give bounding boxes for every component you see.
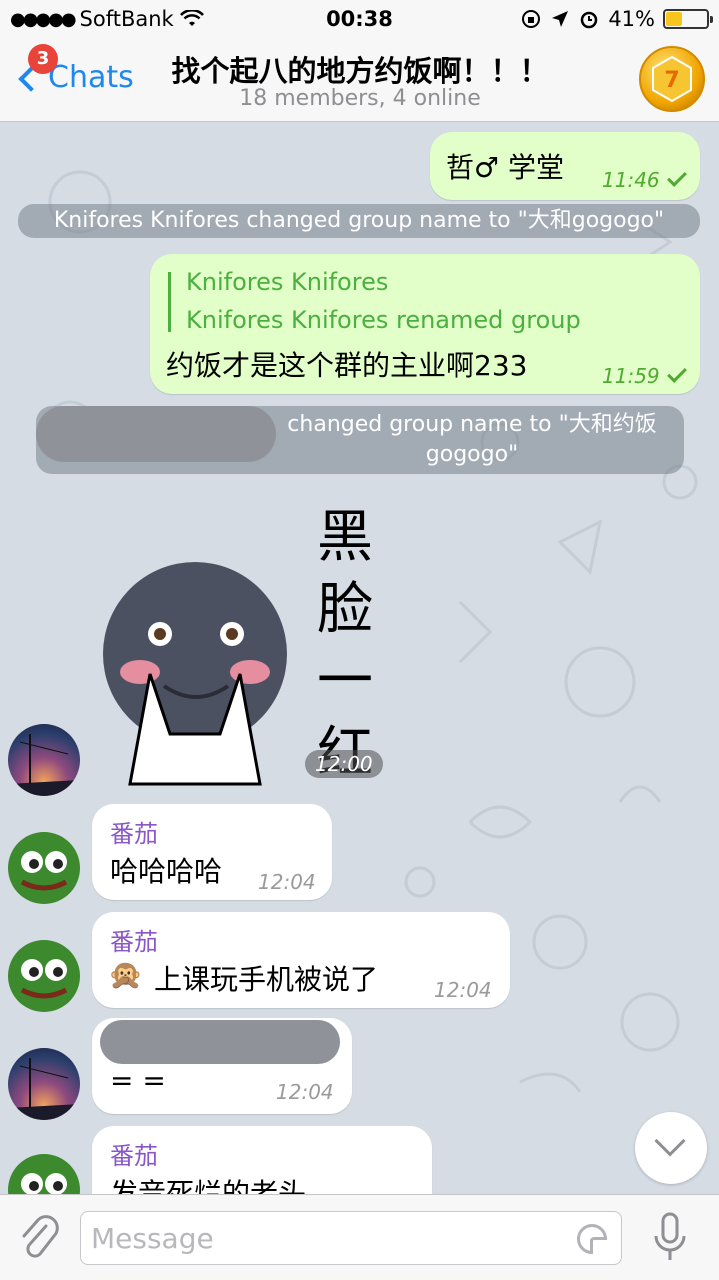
- caption-char: 一: [317, 649, 373, 714]
- caption-char: 脸: [317, 577, 373, 642]
- group-avatar[interactable]: 7: [639, 46, 705, 112]
- message-input[interactable]: [91, 1218, 561, 1258]
- message-time: 12:04: [276, 1080, 334, 1104]
- sender-name: 番茄: [110, 928, 158, 956]
- svg-text:7: 7: [664, 68, 679, 93]
- avatar[interactable]: [8, 724, 80, 796]
- see-no-evil-monkey-icon: 🙊: [108, 958, 143, 991]
- redacted-sender: [100, 1020, 340, 1064]
- message-text: 发音死烂的老头: [110, 1177, 307, 1194]
- message-text: 哲♂ 学堂: [446, 151, 565, 184]
- message-time: 12:04: [258, 870, 316, 894]
- sticker-caption: 黑 脸 一 红: [310, 502, 380, 790]
- avatar[interactable]: [8, 1048, 80, 1120]
- battery-percent: 41%: [608, 7, 655, 31]
- message-incoming[interactable]: 番茄 发音死烂的老头: [92, 1126, 432, 1194]
- message-incoming[interactable]: 番茄 哈哈哈哈 12:04: [92, 804, 332, 900]
- message-outgoing-reply[interactable]: Knifores Knifores Knifores Knifores rena…: [150, 254, 700, 394]
- read-check-icon: [666, 363, 687, 383]
- sticker-message[interactable]: 黑 脸 一 红 12:00: [100, 502, 400, 794]
- moon-face-sticker: [103, 562, 287, 786]
- status-bar: ●●●●● SoftBank 00:38 41%: [0, 0, 719, 40]
- read-check-icon: [666, 167, 687, 187]
- sender-name: 番茄: [110, 820, 158, 848]
- microphone-icon[interactable]: [652, 1212, 688, 1264]
- scroll-to-bottom-button[interactable]: [635, 1112, 707, 1184]
- message-text: 上课玩手机被说了: [154, 963, 379, 996]
- reply-bar: [168, 272, 171, 332]
- message-meta: 11:46: [602, 167, 687, 192]
- composer-bar: [0, 1194, 719, 1280]
- reply-preview: Knifores Knifores renamed group: [186, 306, 581, 334]
- message-meta: 11:59: [602, 363, 687, 388]
- member-count: 18 members, 4 online: [239, 86, 481, 111]
- message-time: 11:46: [602, 168, 660, 192]
- message-outgoing[interactable]: 哲♂ 学堂 11:46: [430, 132, 700, 200]
- alarm-icon: [581, 11, 598, 29]
- avatar[interactable]: [8, 940, 80, 1012]
- sunset-avatar-art: [8, 734, 80, 796]
- reply-author: Knifores Knifores: [186, 268, 389, 296]
- chevron-down-icon: [654, 1125, 686, 1157]
- paperclip-icon[interactable]: [16, 1212, 60, 1264]
- battery-icon: [663, 9, 713, 29]
- avatar[interactable]: [8, 832, 80, 904]
- frog-avatar-art: [20, 851, 68, 891]
- group-logo: 7: [652, 55, 692, 103]
- message-list[interactable]: 哲♂ 学堂 11:46 Knifores Knifores changed gr…: [0, 122, 719, 1194]
- message-time: 12:00: [305, 750, 383, 778]
- message-input-container: [80, 1211, 622, 1265]
- message-text: 约饭才是这个群的主业啊233: [166, 349, 528, 382]
- sticker-icon[interactable]: [577, 1224, 607, 1254]
- location-arrow-icon: [552, 11, 569, 27]
- rotation-lock-icon: [522, 10, 541, 28]
- chat-header: Chats 3 找个起八的地方约饭啊！！！ 18 members, 4 onli…: [0, 40, 719, 122]
- service-text: Knifores Knifores changed group name to …: [53, 208, 665, 233]
- chat-title[interactable]: 找个起八的地方约饭啊！！！: [150, 48, 570, 90]
- message-incoming[interactable]: 番茄 🙊 上课玩手机被说了 12:04: [92, 912, 510, 1008]
- redacted-name: [36, 406, 276, 462]
- message-incoming[interactable]: = = 12:04: [92, 1018, 352, 1114]
- sunset-avatar-art: [8, 1058, 80, 1120]
- message-text: = =: [110, 1064, 166, 1097]
- unread-badge: 3: [28, 44, 58, 74]
- service-message: Knifores Knifores changed group name to …: [18, 204, 700, 238]
- sender-name: 番茄: [110, 1142, 158, 1170]
- back-label: Chats: [48, 60, 134, 95]
- caption-char: 黑: [317, 505, 373, 570]
- message-text: 哈哈哈哈: [110, 855, 223, 888]
- service-text: changed group name to "大和约饭 gogogo": [287, 412, 657, 467]
- message-time: 11:59: [602, 364, 660, 388]
- message-time: 12:04: [434, 978, 492, 1002]
- frog-avatar-art: [20, 959, 68, 999]
